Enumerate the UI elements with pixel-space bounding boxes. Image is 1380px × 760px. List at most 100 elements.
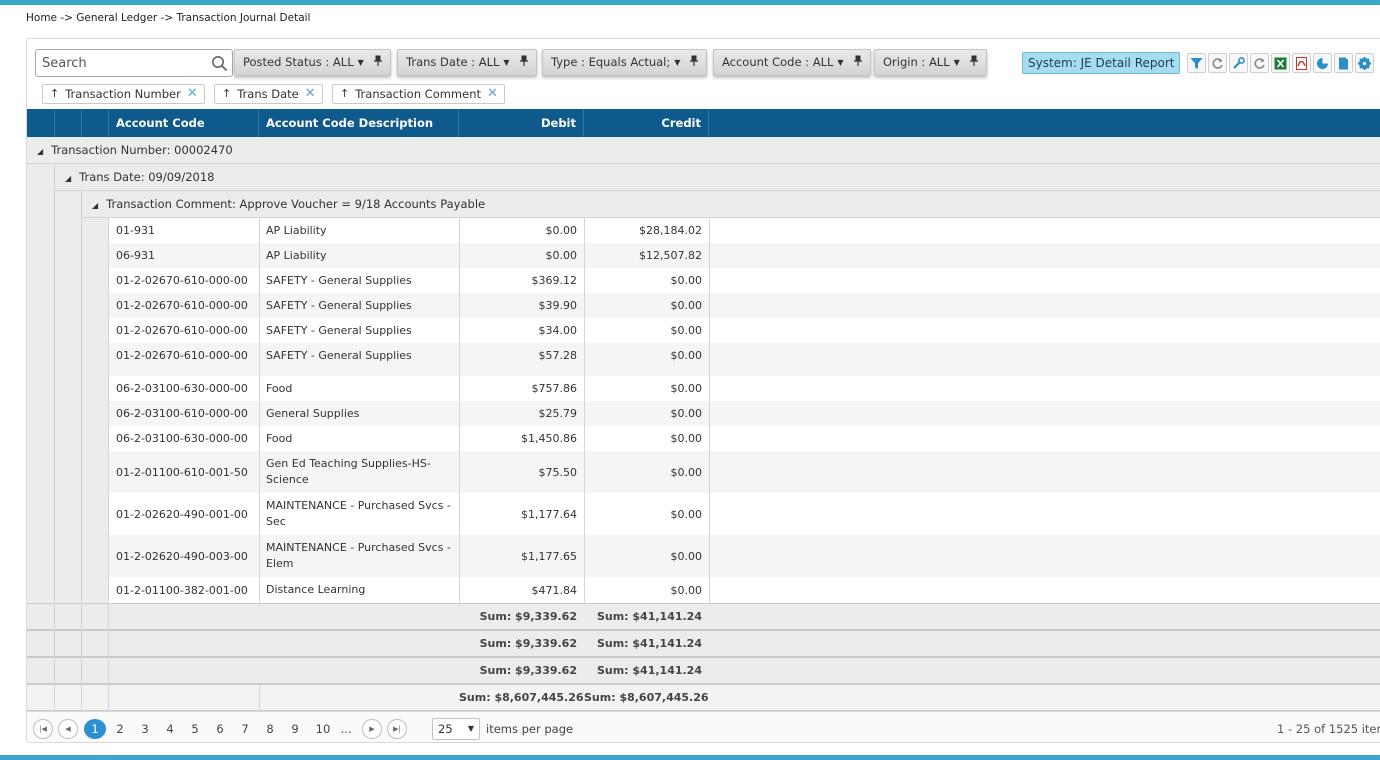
caret-down-icon: ▼	[674, 58, 681, 67]
last-page-button[interactable]: ▶|	[387, 719, 407, 739]
table-row[interactable]: 01-2-02620-490-003-00 MAINTENANCE - Purc…	[109, 535, 1380, 577]
cell-description: Food	[266, 381, 293, 395]
table-row[interactable]: 01-2-01100-382-001-00 Distance Learning …	[109, 577, 1380, 603]
pin-icon[interactable]	[519, 50, 528, 75]
filter-label: Posted Status : ALL	[243, 55, 354, 69]
cell-debit: $57.28	[538, 349, 578, 362]
collapse-triangle-icon[interactable]: ◢	[92, 193, 98, 219]
group-label: Transaction Comment: Approve Voucher = 9…	[106, 197, 486, 211]
cell-description: General Supplies	[266, 406, 360, 420]
reset-filter-icon[interactable]	[1208, 53, 1227, 73]
sort-up-arrow-icon: ↑	[340, 87, 350, 100]
pin-icon[interactable]	[853, 50, 862, 75]
pager-info: 1 - 25 of 1525 items	[1277, 722, 1380, 736]
indent-column	[55, 191, 82, 603]
cell-description: AP Liability	[266, 248, 327, 262]
search-box[interactable]	[35, 49, 233, 77]
per-page-select[interactable]: 25 ▼	[432, 718, 480, 740]
page-number[interactable]: 7	[234, 719, 256, 739]
cell-credit: $12,507.82	[639, 249, 702, 262]
prev-page-button[interactable]: ◀	[58, 719, 78, 739]
page-number[interactable]: 4	[159, 719, 181, 739]
next-page-button[interactable]: ▶	[362, 719, 382, 739]
table-row[interactable]: 01-2-02670-610-000-00 SAFETY - General S…	[109, 343, 1380, 376]
filter-posted-status[interactable]: Posted Status : ALL ▼	[234, 49, 391, 76]
pin-icon[interactable]	[690, 50, 699, 75]
wrench-icon[interactable]	[1229, 53, 1248, 73]
table-row[interactable]: 06-931 AP Liability $0.00 $12,507.82	[109, 243, 1380, 268]
system-report-button[interactable]: System: JE Detail Report	[1022, 52, 1181, 74]
excel-icon[interactable]	[1271, 53, 1290, 73]
collapse-triangle-icon[interactable]: ◢	[65, 166, 71, 192]
group-chip-transaction-comment[interactable]: ↑ Transaction Comment ✕	[332, 84, 505, 104]
group-chip-transaction-number[interactable]: ↑ Transaction Number ✕	[42, 84, 205, 104]
search-input[interactable]	[36, 50, 206, 76]
column-header-debit[interactable]: Debit	[459, 109, 584, 137]
sort-up-arrow-icon: ↑	[222, 87, 232, 100]
cell-debit: $0.00	[545, 224, 578, 237]
group-chip-trans-date[interactable]: ↑ Trans Date ✕	[214, 84, 323, 104]
pin-icon[interactable]	[969, 50, 978, 75]
first-page-button[interactable]: |◀	[33, 719, 53, 739]
cell-credit: $0.00	[670, 299, 703, 312]
filter-trans-date[interactable]: Trans Date : ALL ▼	[397, 49, 537, 76]
group-chip-label: Transaction Number	[65, 87, 181, 101]
gear-icon[interactable]	[1355, 53, 1374, 73]
page-ellipsis[interactable]: ...	[335, 719, 357, 739]
breadcrumb: Home -> General Ledger -> Transaction Jo…	[26, 12, 311, 24]
cell-account-code: 06-2-03100-630-000-00	[116, 382, 248, 395]
table-row[interactable]: 01-2-02670-610-000-00 SAFETY - General S…	[109, 268, 1380, 293]
group-row-transaction-number: ◢ Transaction Number: 00002470	[27, 137, 1380, 164]
search-icon[interactable]	[211, 55, 228, 76]
page-number[interactable]: 5	[184, 719, 206, 739]
filter-icon[interactable]	[1187, 53, 1206, 73]
table-row[interactable]: 01-2-02620-490-001-00 MAINTENANCE - Purc…	[109, 493, 1380, 535]
close-icon[interactable]: ✕	[487, 85, 498, 103]
filter-type[interactable]: Type : Equals Actual; ▼	[542, 49, 708, 76]
page-number-active[interactable]: 1	[84, 719, 106, 739]
cell-account-code: 01-2-02670-610-000-00	[116, 349, 248, 362]
page-number[interactable]: 10	[310, 719, 336, 739]
page-number[interactable]: 2	[109, 719, 131, 739]
table-row[interactable]: 01-931 AP Liability $0.00 $28,184.02	[109, 218, 1380, 243]
caret-down-icon: ▼	[503, 58, 510, 67]
table-row[interactable]: 01-2-02670-610-000-00 SAFETY - General S…	[109, 293, 1380, 318]
page-number[interactable]: 3	[134, 719, 156, 739]
column-header-credit[interactable]: Credit	[584, 109, 709, 137]
chart-icon[interactable]	[1313, 53, 1332, 73]
cell-description: SAFETY - General Supplies	[266, 298, 412, 312]
cell-debit: $39.90	[538, 299, 578, 312]
table-row[interactable]: 06-2-03100-630-000-00 Food $1,450.86 $0.…	[109, 426, 1380, 451]
header-spacer	[55, 109, 82, 137]
cell-debit: $0.00	[545, 249, 578, 262]
table-row[interactable]: 06-2-03100-610-000-00 General Supplies $…	[109, 401, 1380, 426]
page-number[interactable]: 6	[209, 719, 231, 739]
cell-credit: $0.00	[670, 465, 703, 479]
close-icon[interactable]: ✕	[187, 85, 198, 103]
cell-debit: $757.86	[531, 382, 578, 395]
caret-down-icon: ▼	[837, 58, 844, 67]
cell-credit: $0.00	[670, 349, 703, 362]
pin-icon[interactable]	[373, 50, 382, 75]
cell-debit: $369.12	[531, 274, 578, 287]
pdf-icon[interactable]	[1292, 53, 1311, 73]
refresh-icon[interactable]	[1250, 53, 1269, 73]
page-number[interactable]: 9	[284, 719, 306, 739]
bottom-accent-bar	[0, 755, 1380, 760]
table-row[interactable]: 06-2-03100-630-000-00 Food $757.86 $0.00	[109, 376, 1380, 401]
document-icon[interactable]	[1334, 53, 1353, 73]
filter-origin[interactable]: Origin : ALL ▼	[874, 49, 987, 76]
page-number[interactable]: 8	[259, 719, 281, 739]
column-header-description[interactable]: Account Code Description	[259, 109, 459, 137]
collapse-triangle-icon[interactable]: ◢	[37, 139, 43, 165]
cell-description: Distance Learning	[266, 583, 366, 596]
column-header-account-code[interactable]: Account Code	[109, 109, 259, 137]
group-chip-label: Trans Date	[237, 87, 299, 101]
table-row[interactable]: 01-2-02670-610-000-00 SAFETY - General S…	[109, 318, 1380, 343]
group-footer-transaction-number: Sum: $9,339.62 Sum: $41,141.24	[27, 657, 1380, 684]
caret-down-icon: ▼	[467, 724, 474, 733]
grid-header: Account Code Account Code Description De…	[27, 109, 1380, 137]
close-icon[interactable]: ✕	[305, 85, 316, 103]
table-row[interactable]: 01-2-01100-610-001-50 Gen Ed Teaching Su…	[109, 451, 1380, 493]
filter-account-code[interactable]: Account Code : ALL ▼	[713, 49, 871, 76]
